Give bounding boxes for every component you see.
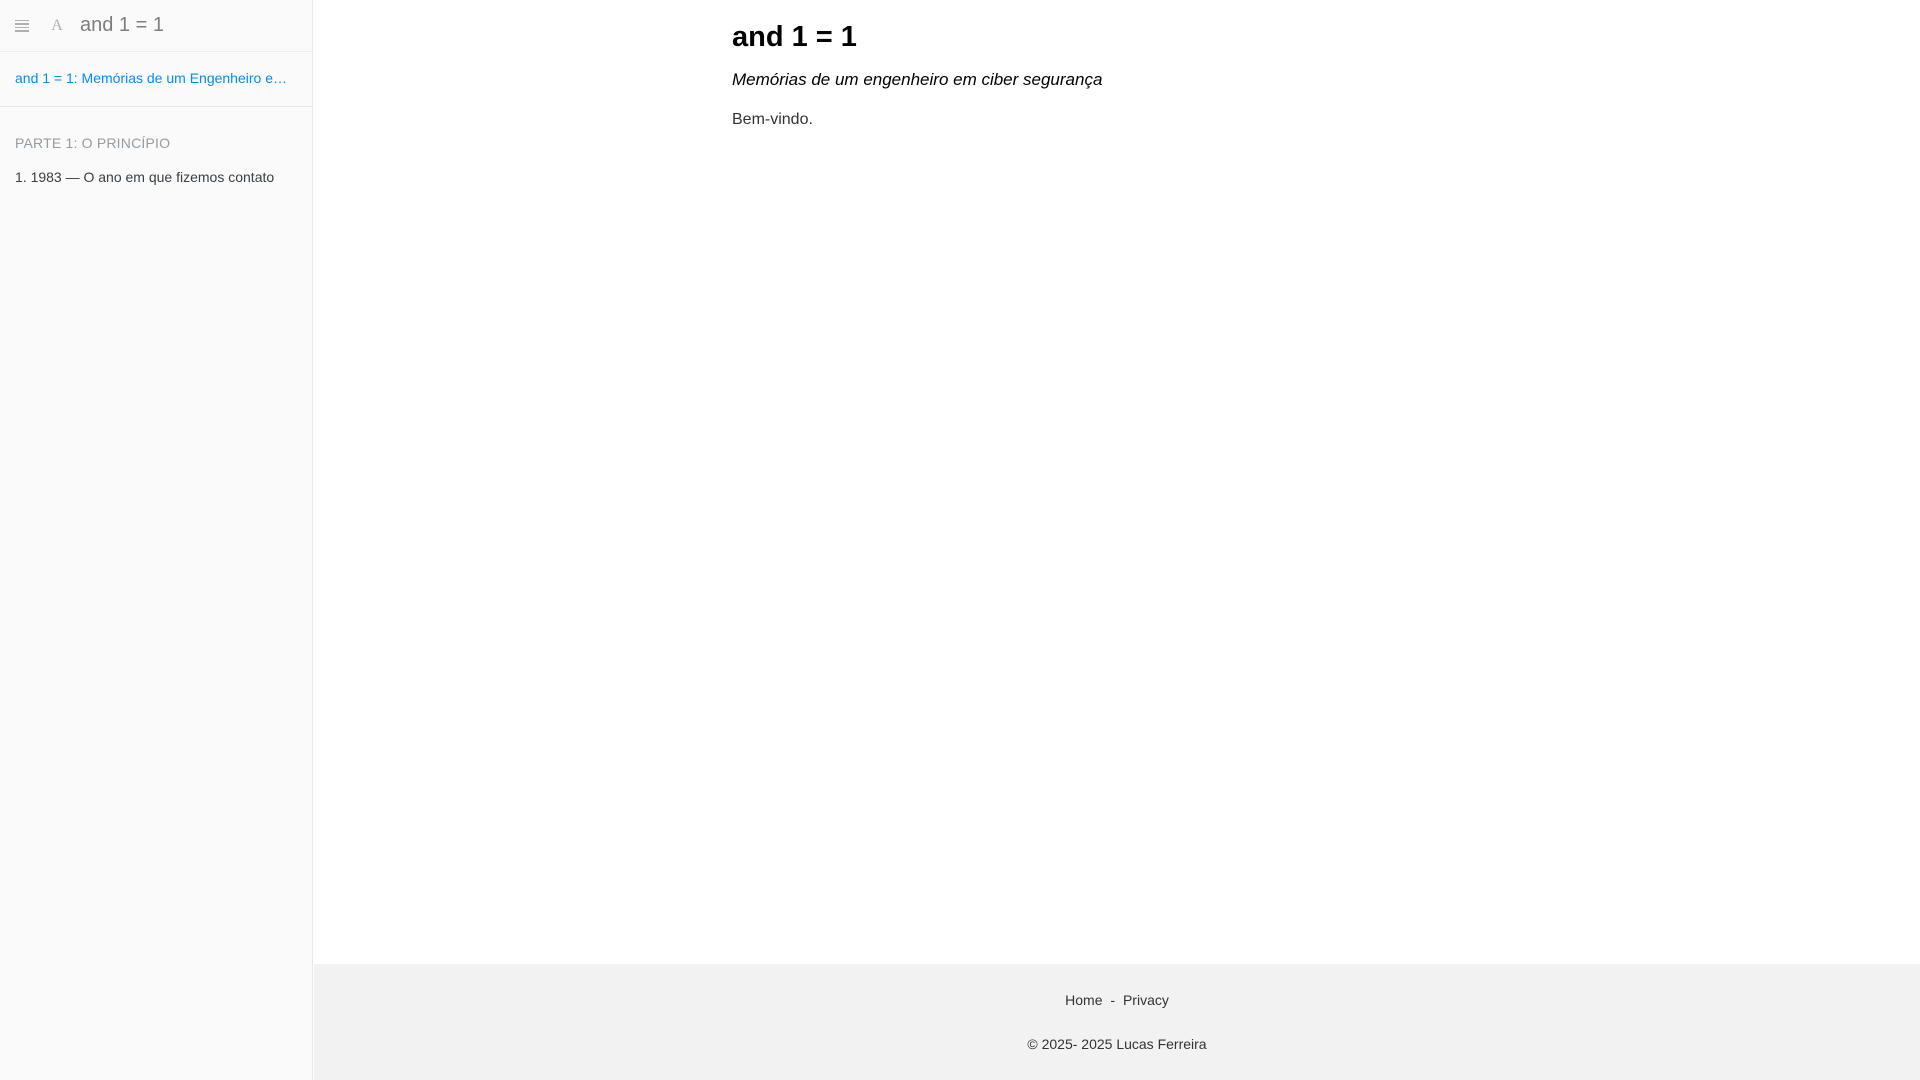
footer-copyright: © 2025- 2025 Lucas Ferreira (1027, 1036, 1207, 1052)
footer-privacy-link[interactable]: Privacy (1123, 992, 1169, 1008)
sidebar: A and 1 = 1 and 1 = 1: Memórias de um En… (0, 0, 313, 1080)
page-title: and 1 = 1 (732, 21, 857, 53)
toc-part-header: Parte 1: O Princípio (15, 135, 171, 151)
page-inner: and 1 = 1 Memórias de um engenheiro em c… (732, 20, 1532, 129)
footer-links: Home - Privacy (314, 992, 1920, 1008)
font-settings-icon[interactable]: A (48, 17, 66, 35)
book-header: A and 1 = 1 (0, 0, 312, 51)
footer-home-link[interactable]: Home (1065, 992, 1102, 1008)
page-body-text: Bem-vindo. (732, 111, 813, 128)
footer-separator: - (1110, 992, 1116, 1008)
page-footer: Home - Privacy © 2025- 2025 Lucas Ferrei… (314, 964, 1920, 1080)
table-of-contents: and 1 = 1: Memórias de um Engenheiro em … (0, 51, 312, 193)
book-title: and 1 = 1 (80, 14, 164, 36)
main-content: and 1 = 1 Memórias de um engenheiro em c… (314, 0, 1920, 1080)
toc-intro-link[interactable]: and 1 = 1: Memórias de um Engenheiro em … (0, 52, 312, 104)
toc-chapter-1-link[interactable]: 1. 1983 — O ano em que fizemos contato (0, 161, 312, 193)
hamburger-menu-icon[interactable] (15, 17, 33, 35)
page-subtitle: Memórias de um engenheiro em ciber segur… (732, 70, 1103, 89)
